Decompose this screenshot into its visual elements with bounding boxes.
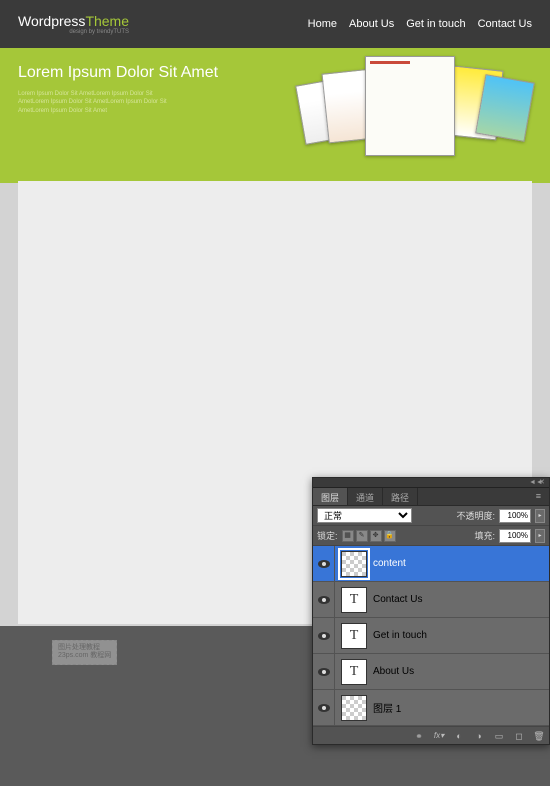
logo-text: WordpressTheme	[18, 13, 129, 29]
hero-screenshots	[300, 56, 540, 176]
opacity-input[interactable]	[499, 509, 531, 523]
screenshot-thumb	[475, 74, 535, 142]
lock-all-icon[interactable]: 🔒	[384, 530, 396, 542]
blend-mode-select[interactable]: 正常	[317, 508, 412, 523]
hero-title: Lorem Ipsum Dolor Sit Amet	[18, 64, 218, 82]
trash-icon[interactable]: 🗑	[533, 730, 545, 742]
visibility-toggle[interactable]	[313, 690, 335, 725]
visibility-toggle[interactable]	[313, 654, 335, 689]
layer-name[interactable]: Get in touch	[373, 630, 427, 641]
tab-channels[interactable]: 通道	[348, 488, 383, 505]
logo-subtitle: design by trendyTUTS	[69, 29, 129, 35]
logo-word2: Theme	[85, 13, 129, 29]
watermark-line2: 23ps.com 教程网	[58, 652, 111, 660]
opacity-slider-icon[interactable]: ▸	[535, 509, 545, 523]
layer-row[interactable]: content	[313, 546, 549, 582]
lock-icons: ▦ ✎ ✥ 🔒	[342, 530, 396, 542]
nav-contact-us[interactable]: Contact Us	[478, 18, 532, 30]
panel-footer: ⚭ fx▾ ◐ ◑ ▭ ◻ 🗑	[313, 726, 549, 744]
eye-icon	[318, 704, 330, 712]
mask-icon[interactable]: ◐	[453, 730, 465, 742]
visibility-toggle[interactable]	[313, 546, 335, 581]
eye-icon	[318, 560, 330, 568]
hero-banner: Lorem Ipsum Dolor Sit Amet Lorem Ipsum D…	[0, 48, 550, 183]
collapse-icon[interactable]: ◄◄	[529, 480, 535, 486]
panel-tabs: 图层 通道 路径 ≡	[313, 488, 549, 506]
layer-row[interactable]: T About Us	[313, 654, 549, 690]
lock-transparency-icon[interactable]: ▦	[342, 530, 354, 542]
opacity-label: 不透明度:	[456, 509, 495, 522]
lock-row: 锁定: ▦ ✎ ✥ 🔒 填充: ▸	[313, 526, 549, 546]
visibility-toggle[interactable]	[313, 582, 335, 617]
layer-name[interactable]: content	[373, 558, 406, 569]
watermark: 图片处理教程 23ps.com 教程网	[52, 640, 117, 665]
fx-icon[interactable]: fx▾	[433, 730, 445, 742]
screenshot-thumb-main	[365, 56, 455, 156]
lock-label: 锁定:	[317, 529, 338, 542]
fill-label: 填充:	[474, 529, 495, 542]
layer-row[interactable]: T Contact Us	[313, 582, 549, 618]
layers-list: content T Contact Us T Get in touch T Ab…	[313, 546, 549, 726]
nav-about[interactable]: About Us	[349, 18, 394, 30]
panel-menu-icon[interactable]: ≡	[528, 488, 549, 505]
adjust-icon[interactable]: ◑	[473, 730, 485, 742]
layer-thumb-text[interactable]: T	[341, 623, 367, 649]
layers-panel[interactable]: ◄◄ ✕ 图层 通道 路径 ≡ 正常 不透明度: ▸ 锁定: ▦ ✎ ✥ 🔒 填…	[312, 477, 550, 745]
close-icon[interactable]: ✕	[539, 480, 545, 486]
fill-input[interactable]	[499, 529, 531, 543]
layer-name[interactable]: 图层 1	[373, 700, 401, 715]
logo: WordpressTheme design by trendyTUTS	[18, 13, 129, 35]
layer-thumb-text[interactable]: T	[341, 659, 367, 685]
logo-word1: Wordpress	[18, 13, 85, 29]
layer-row[interactable]: 图层 1	[313, 690, 549, 726]
layer-name[interactable]: About Us	[373, 666, 414, 677]
main-nav: Home About Us Get in touch Contact Us	[308, 18, 532, 30]
layer-thumb[interactable]	[341, 695, 367, 721]
tab-paths[interactable]: 路径	[383, 488, 418, 505]
layer-name[interactable]: Contact Us	[373, 594, 422, 605]
lock-pixels-icon[interactable]: ✎	[356, 530, 368, 542]
fill-slider-icon[interactable]: ▸	[535, 529, 545, 543]
blend-row: 正常 不透明度: ▸	[313, 506, 549, 526]
eye-icon	[318, 632, 330, 640]
layer-thumb-text[interactable]: T	[341, 587, 367, 613]
nav-contact-touch[interactable]: Get in touch	[406, 18, 465, 30]
layer-row[interactable]: T Get in touch	[313, 618, 549, 654]
link-icon[interactable]: ⚭	[413, 730, 425, 742]
group-icon[interactable]: ▭	[493, 730, 505, 742]
visibility-toggle[interactable]	[313, 618, 335, 653]
tab-layers[interactable]: 图层	[313, 488, 348, 505]
new-icon[interactable]: ◻	[513, 730, 525, 742]
nav-home[interactable]: Home	[308, 18, 337, 30]
hero-text: Lorem Ipsum Dolor Sit Amet Lorem Ipsum D…	[18, 64, 218, 167]
eye-icon	[318, 596, 330, 604]
lock-position-icon[interactable]: ✥	[370, 530, 382, 542]
eye-icon	[318, 668, 330, 676]
panel-topbar: ◄◄ ✕	[313, 478, 549, 488]
site-header: WordpressTheme design by trendyTUTS Home…	[0, 0, 550, 48]
layer-thumb[interactable]	[341, 551, 367, 577]
hero-body: Lorem Ipsum Dolor Sit AmetLorem Ipsum Do…	[18, 90, 218, 115]
